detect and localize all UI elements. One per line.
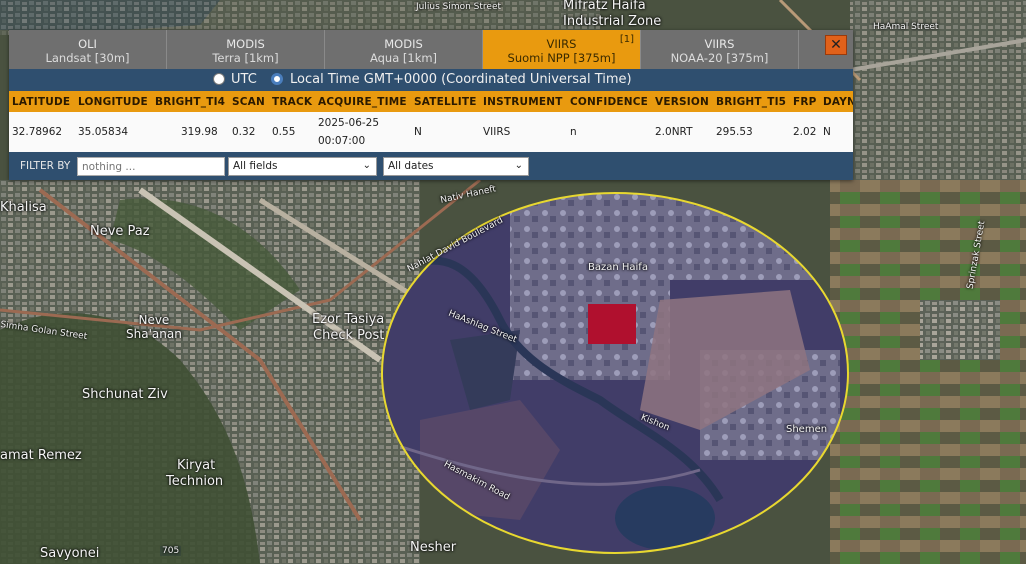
map-label-shchunat-ziv: Shchunat Ziv [82, 387, 168, 402]
tab-title: VIIRS [704, 37, 735, 51]
map-label-nesher: Nesher [410, 540, 457, 555]
tab-subtitle: Landsat [30m] [45, 51, 130, 65]
col-scan[interactable]: SCAN [232, 96, 265, 108]
col-bright-ti4[interactable]: BRIGHT_TI4 [155, 96, 225, 108]
map-label-khalisa: Khalisa [0, 200, 47, 215]
filter-input[interactable] [77, 157, 225, 176]
timezone-bar: UTC Local Time GMT+0000 (Coordinated Uni… [9, 69, 853, 91]
filter-label: FILTER BY [20, 160, 71, 172]
cell-longitude: 35.05834 [78, 126, 129, 138]
map-label-ezor-tasiya: Ezor Tasiya [312, 312, 385, 327]
cell-latitude: 32.78962 [12, 126, 63, 138]
map-label-bazan: Bazan Haifa [588, 262, 648, 273]
col-bright-ti5[interactable]: BRIGHT_TI5 [716, 96, 786, 108]
cell-daynight: N [823, 126, 831, 138]
col-acquire-time[interactable]: ACQUIRE_TIME [318, 96, 407, 108]
date-select-value: All dates [388, 160, 434, 172]
cell-acquire-date: 2025-06-25 [318, 117, 380, 129]
tab-viirs-suomi-npp[interactable]: [1] VIIRS Suomi NPP [375m] [483, 30, 641, 69]
close-button[interactable]: ✕ [825, 35, 847, 55]
col-latitude[interactable]: LATITUDE [12, 96, 70, 108]
col-satellite[interactable]: SATELLITE [414, 96, 477, 108]
map-label-kiryat: Kiryat [177, 458, 216, 473]
tab-subtitle: NOAA-20 [375m] [670, 51, 769, 65]
tab-oli-landsat[interactable]: OLI Landsat [30m] [9, 30, 167, 69]
tab-title: MODIS [226, 37, 265, 51]
tab-modis-terra[interactable]: MODIS Terra [1km] [167, 30, 325, 69]
tab-title: MODIS [384, 37, 423, 51]
col-longitude[interactable]: LONGITUDE [78, 96, 148, 108]
cell-track: 0.55 [272, 126, 296, 138]
cell-version: 2.0NRT [655, 126, 693, 138]
col-daynight[interactable]: DAYN [823, 96, 853, 108]
field-select[interactable]: All fields ⌄ [228, 157, 377, 176]
col-confidence[interactable]: CONFIDENCE [570, 96, 648, 108]
tab-subtitle: Aqua [1km] [369, 51, 438, 65]
cell-scan: 0.32 [232, 126, 256, 138]
map-label-neve-shaanan: Neve Sha'anan [126, 313, 182, 341]
cell-instrument: VIIRS [483, 126, 511, 138]
fire-detection-pixel [588, 304, 636, 344]
col-frp[interactable]: FRP [793, 96, 817, 108]
filter-bar: FILTER BY All fields ⌄ All dates ⌄ [9, 152, 853, 180]
utc-label: UTC [231, 72, 257, 87]
tab-viirs-noaa20[interactable]: VIIRS NOAA-20 [375m] [641, 30, 799, 69]
tab-title: OLI [78, 37, 97, 51]
tab-subtitle: Terra [1km] [212, 51, 279, 65]
map-label-neve-paz: Neve Paz [90, 224, 150, 239]
local-time-label: Local Time GMT+0000 (Coordinated Univers… [290, 72, 632, 87]
map-label-industrial-zone: Industrial Zone [563, 14, 662, 29]
local-time-radio[interactable] [271, 73, 283, 85]
col-track[interactable]: TRACK [272, 96, 312, 108]
table-header: LATITUDE LONGITUDE BRIGHT_TI4 SCAN TRACK… [9, 91, 853, 112]
date-select[interactable]: All dates ⌄ [383, 157, 529, 176]
utc-radio[interactable] [213, 73, 225, 85]
map-label-technion: Technion [166, 474, 224, 489]
map-label-ramat-remez: amat Remez [0, 448, 82, 463]
cell-bright-ti5: 295.53 [716, 126, 753, 138]
tab-title: VIIRS [546, 37, 577, 51]
cell-satellite: N [414, 126, 422, 138]
col-instrument[interactable]: INSTRUMENT [483, 96, 563, 108]
close-icon: ✕ [830, 37, 842, 53]
table-row[interactable]: 32.78962 35.05834 319.98 0.32 0.55 2025-… [9, 112, 853, 152]
field-select-value: All fields [233, 160, 278, 172]
fire-data-panel: OLI Landsat [30m] MODIS Terra [1km] MODI… [9, 30, 853, 180]
map-label-check-post: Check Post [313, 328, 385, 343]
chevron-down-icon: ⌄ [514, 160, 523, 171]
map-label-savyonei: Savyonei [40, 546, 100, 561]
col-version[interactable]: VERSION [655, 96, 709, 108]
map-label-haamal: HaAmal Street [873, 22, 939, 32]
cell-confidence: n [570, 126, 577, 138]
map-label-julius-simon: Julius Simon Street [416, 2, 502, 12]
map-label-road-705: 705 [160, 546, 182, 556]
map-label-mifratz: Mifratz Haifa [563, 0, 646, 13]
map-label-shemen: Shemen [786, 424, 828, 435]
chevron-down-icon: ⌄ [362, 160, 371, 171]
satellite-tabs: OLI Landsat [30m] MODIS Terra [1km] MODI… [9, 30, 853, 69]
tab-count-badge: [1] [619, 34, 634, 45]
cell-bright-ti4: 319.98 [181, 126, 218, 138]
cell-acquire-time: 00:07:00 [318, 135, 366, 147]
tab-subtitle: Suomi NPP [375m] [507, 51, 616, 65]
cell-frp: 2.02 [793, 126, 817, 138]
tab-modis-aqua[interactable]: MODIS Aqua [1km] [325, 30, 483, 69]
